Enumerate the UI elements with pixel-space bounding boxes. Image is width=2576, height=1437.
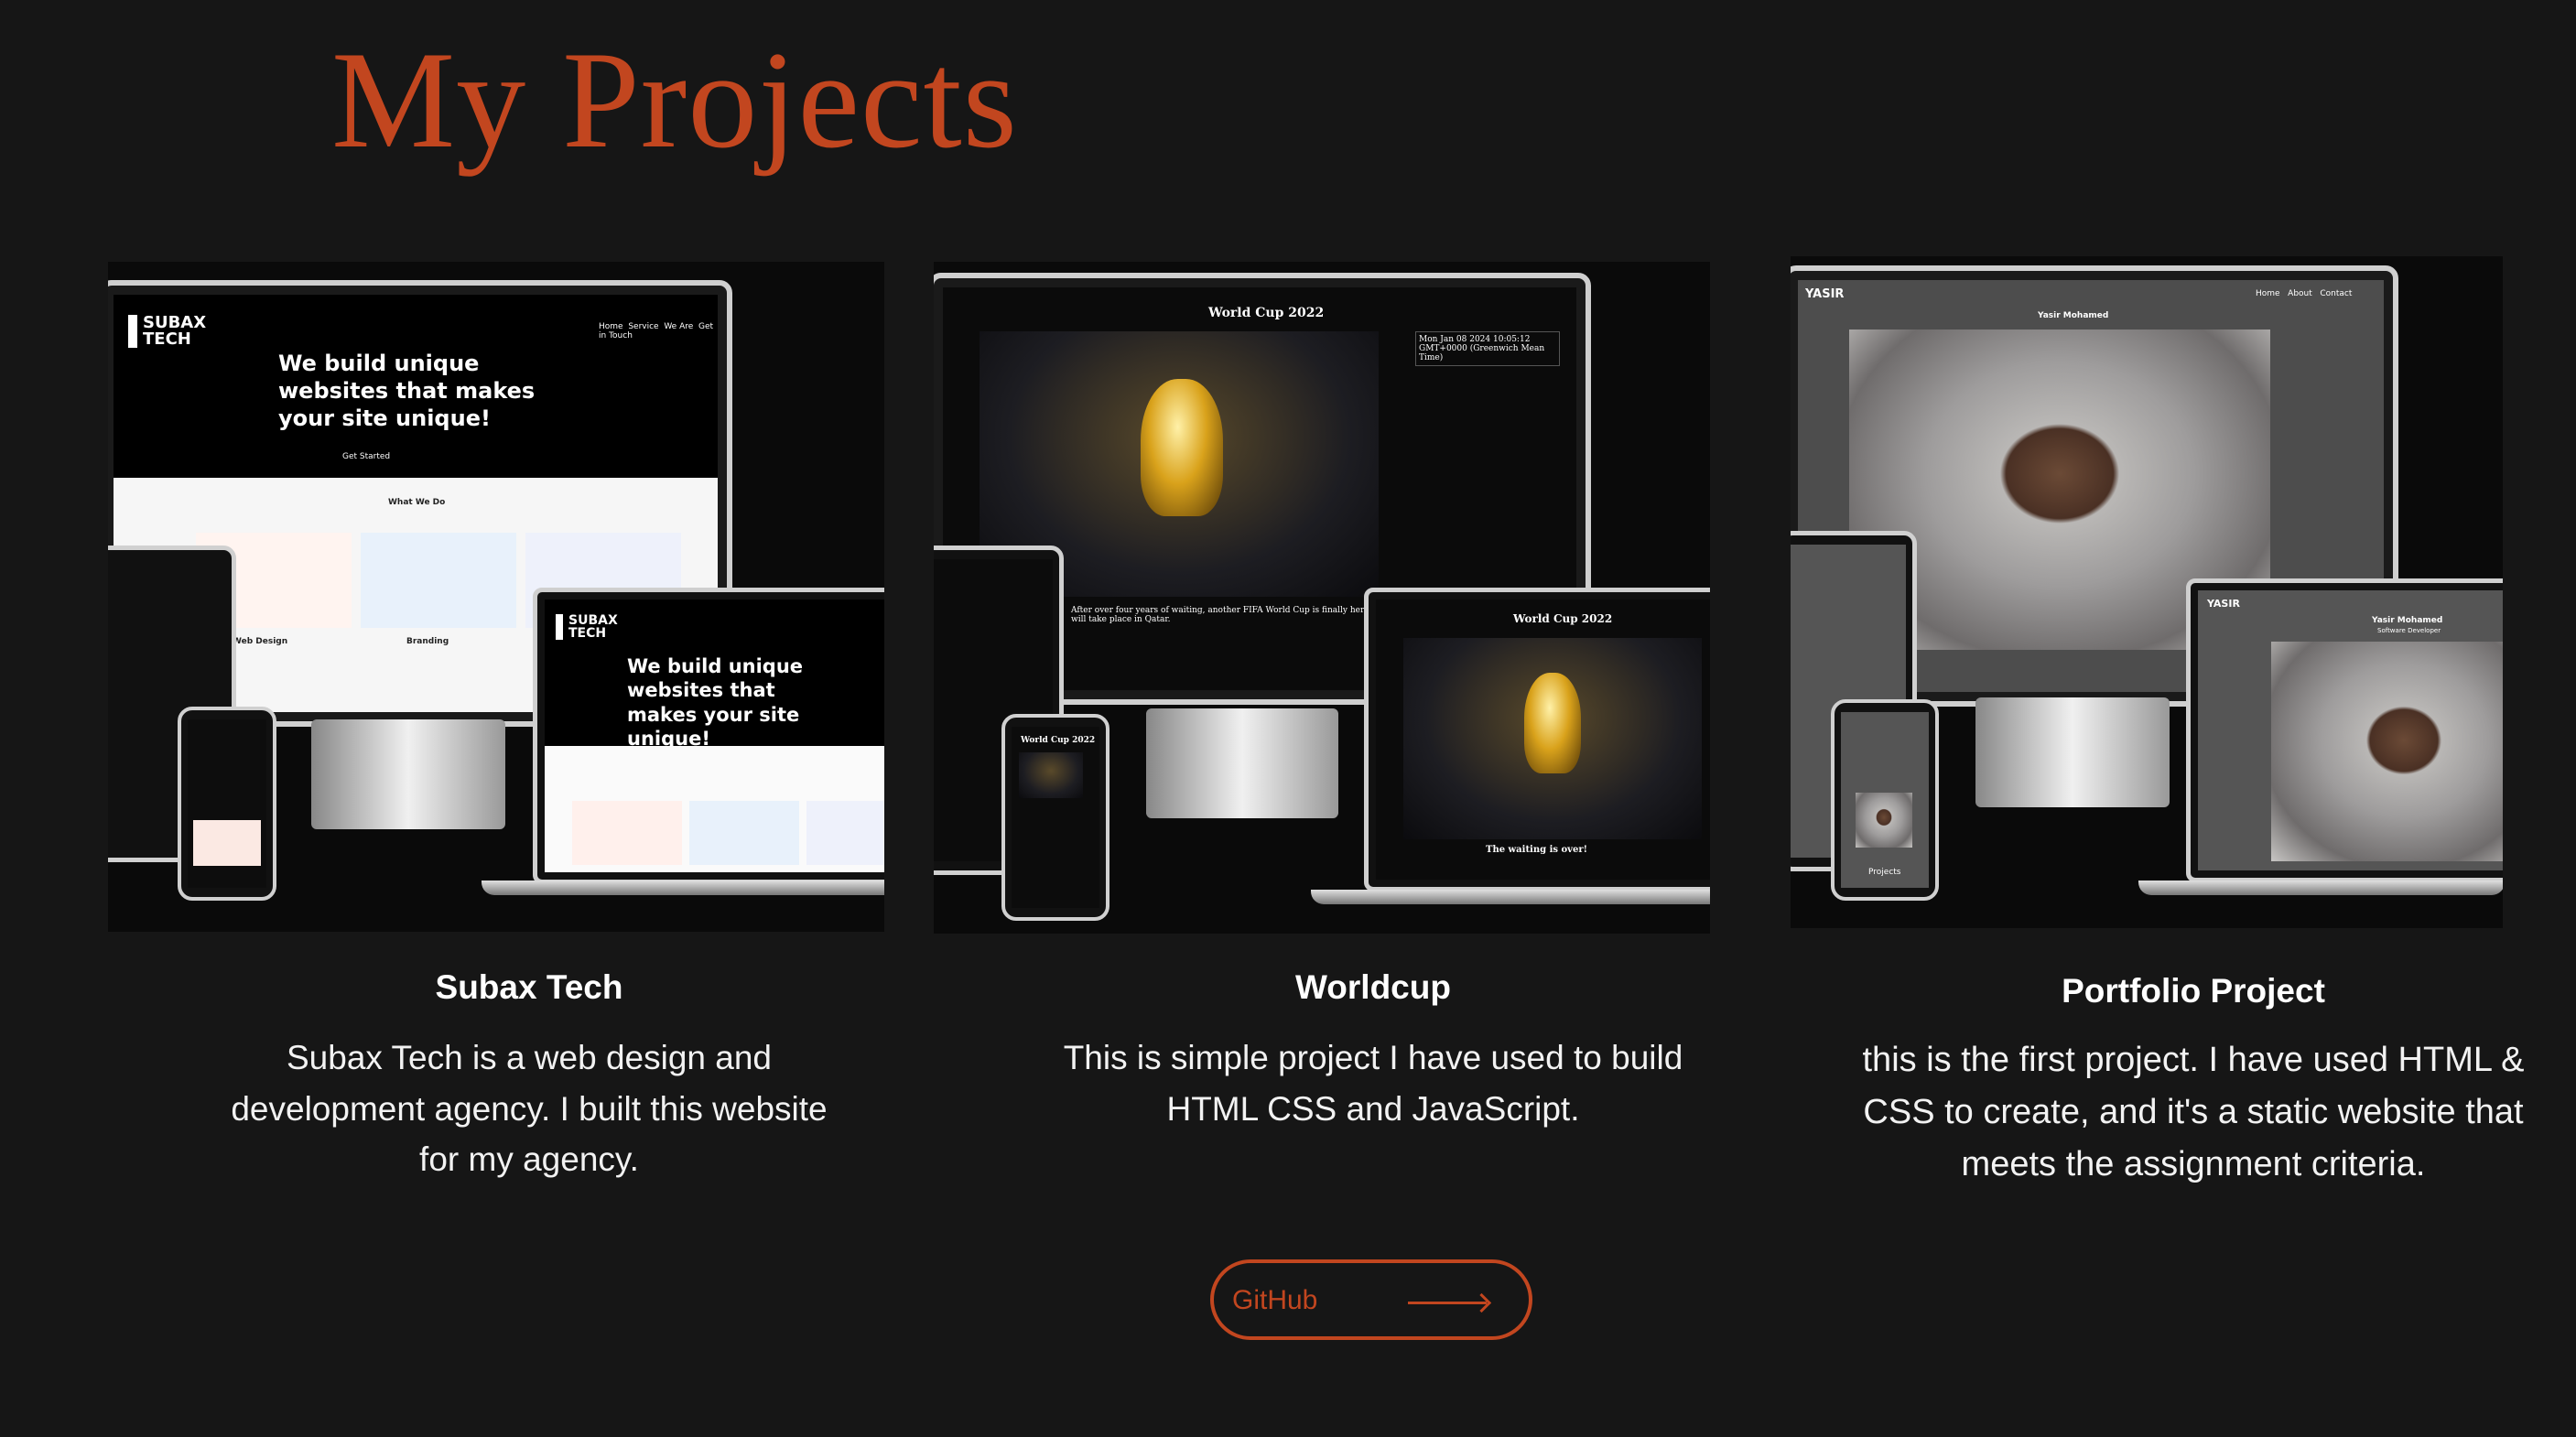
project-title: Subax Tech (435, 968, 623, 1006)
laptop-mockup: YASIR Yasir Mohamed Software Developer (2186, 578, 2503, 882)
site-section-title: What We Do (388, 498, 446, 507)
monitor-stand (1975, 697, 2170, 807)
project-title: Worldcup (1295, 968, 1451, 1006)
site-cta: Get Started (342, 452, 391, 461)
laptop-base (1311, 890, 1710, 904)
site-owner-name: Yasir Mohamed (2372, 616, 2443, 625)
site-hero-text: We build unique websites that makes your… (278, 351, 536, 431)
project-description: This is simple project I have used to bu… (1063, 1039, 1683, 1128)
site-nav: Home Service We Are Get in Touch (599, 322, 714, 340)
laptop-base (482, 881, 884, 895)
monitor-stand (311, 719, 505, 829)
site-owner-name: Yasir Mohamed (2038, 311, 2109, 320)
phone-mockup: World Cup 2022 (1001, 714, 1109, 921)
github-button[interactable]: GitHub (1210, 1259, 1532, 1340)
project-screenshot-worldcup: World Cup 2022 Mon Jan 08 2024 10:05:12 … (934, 262, 1710, 934)
project-description: this is the first project. I have used H… (1862, 1041, 2525, 1183)
laptop-mockup: World Cup 2022 The waiting is over! (1364, 588, 1710, 891)
site-heading: World Cup 2022 (1208, 306, 1325, 320)
site-subheading: The waiting is over! (1486, 845, 1588, 855)
trophy-image (1141, 379, 1223, 516)
laptop-base (2138, 881, 2503, 895)
project-description: Subax Tech is a web design and developme… (231, 1039, 828, 1178)
site-owner-role: Software Developer (2377, 627, 2441, 634)
service-tile (361, 533, 516, 628)
phone-mockup (178, 707, 276, 901)
project-screenshot-subax-tech: SUBAX TECH Home Service We Are Get in To… (108, 262, 884, 932)
project-screenshot-portfolio: YASIR Home About Contact Yasir Mohamed P… (1791, 256, 2503, 928)
github-button-label: GitHub (1232, 1285, 1318, 1315)
site-logo: YASIR (1805, 287, 1845, 301)
laptop-mockup: SUBAX TECH We build unique websites that… (533, 588, 884, 884)
site-nav: Home About Contact (2256, 289, 2353, 298)
monitor-stand (1146, 708, 1338, 818)
arrow-right-icon (1408, 1302, 1487, 1304)
project-title: Portfolio Project (2062, 972, 2325, 1010)
site-logo: SUBAX TECH (128, 315, 207, 348)
page-title: My Projects (331, 23, 1018, 177)
site-clock: Mon Jan 08 2024 10:05:12 GMT+0000 (Green… (1415, 331, 1560, 366)
phone-mockup: Projects (1831, 699, 1939, 901)
